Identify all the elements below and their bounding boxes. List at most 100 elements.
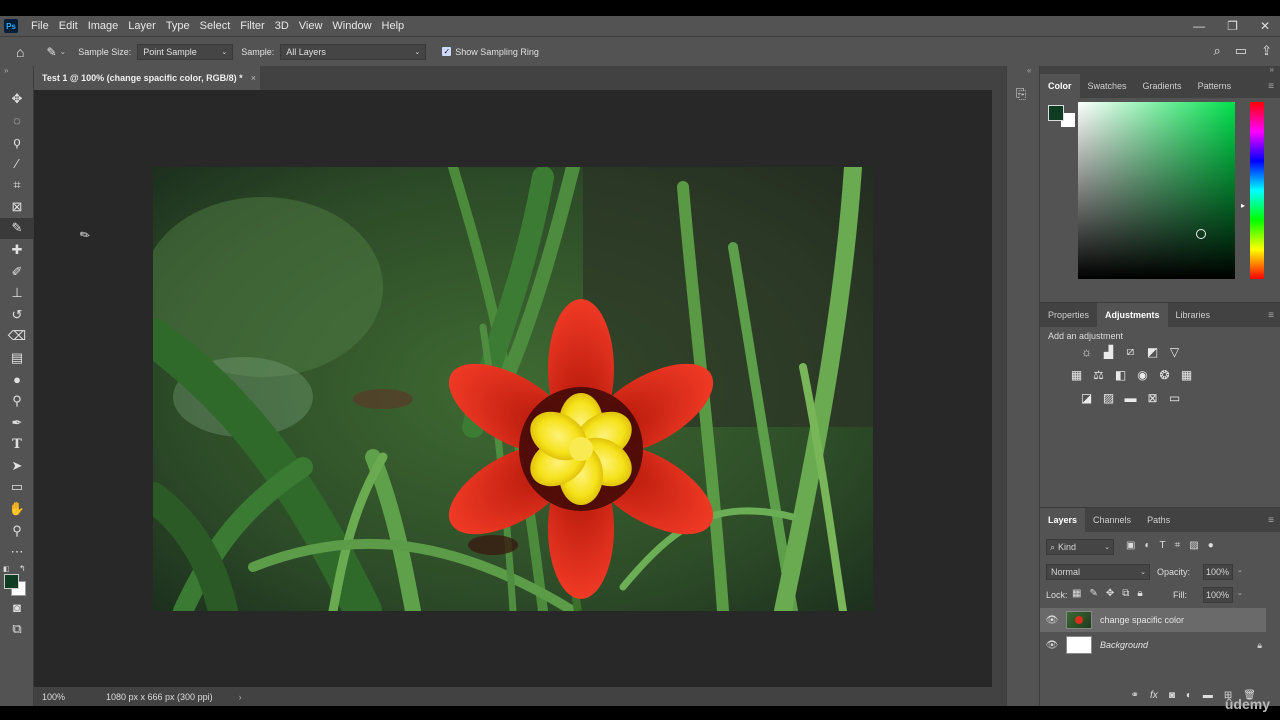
layer-row-background[interactable]: 👁︎ Background 🔒︎ [1040, 633, 1266, 657]
move-tool-icon[interactable]: ✥ [0, 88, 34, 110]
filter-type-icon[interactable]: T [1160, 540, 1166, 551]
close-document-icon[interactable]: × [251, 73, 256, 83]
rectangle-tool-icon[interactable]: ▭ [0, 477, 34, 499]
link-layers-icon[interactable]: ⚭ [1131, 690, 1139, 701]
levels-icon[interactable]: ▟ [1100, 343, 1117, 360]
collapse-toolbar-icon[interactable]: » [0, 66, 33, 88]
default-colors-icon[interactable]: ◧ [3, 565, 10, 573]
tab-properties[interactable]: Properties [1040, 303, 1097, 327]
layer-name[interactable]: change spacific color [1100, 615, 1184, 625]
vertical-scrollbar[interactable] [992, 90, 1006, 687]
clone-stamp-tool-icon[interactable]: ⊥ [0, 282, 34, 304]
home-icon[interactable]: ⌂ [16, 44, 24, 60]
tab-adjustments[interactable]: Adjustments [1097, 303, 1168, 327]
posterize-icon[interactable]: ▨ [1100, 389, 1117, 406]
fill-input[interactable]: 100% [1203, 587, 1233, 603]
menu-edit[interactable]: Edit [54, 16, 83, 36]
frame-tool-icon[interactable]: ⊠ [0, 196, 34, 218]
channel-mixer-icon[interactable]: ❂ [1156, 366, 1173, 383]
curves-icon[interactable]: ⧄ [1122, 343, 1139, 360]
selective-color-icon[interactable]: ⊠ [1144, 389, 1161, 406]
swap-colors-icon[interactable]: ↰ [19, 564, 26, 573]
show-sampling-ring-checkbox[interactable]: ✓ [442, 47, 452, 56]
eraser-tool-icon[interactable]: ⌫ [0, 326, 34, 348]
visibility-eye-icon[interactable]: 👁︎ [1040, 615, 1064, 626]
menu-type[interactable]: Type [161, 16, 195, 36]
lock-image-pixels-icon[interactable]: ✎ [1089, 588, 1097, 599]
blur-tool-icon[interactable]: ● [0, 369, 34, 391]
opacity-slider-toggle-icon[interactable]: ⌄ [1237, 566, 1243, 574]
filter-toggle-icon[interactable]: ● [1208, 540, 1214, 551]
dodge-tool-icon[interactable]: ⚲ [0, 390, 34, 412]
eyedropper-preset-icon[interactable]: ✎ [46, 45, 56, 59]
new-adjustment-layer-icon[interactable]: ◐ [1186, 690, 1192, 701]
collapse-panels-icon[interactable]: « [1007, 66, 1039, 80]
tab-layers[interactable]: Layers [1040, 508, 1086, 532]
minimize-button[interactable]: — [1193, 16, 1205, 36]
foreground-color-swatch[interactable] [4, 574, 19, 590]
tab-swatches[interactable]: Swatches [1080, 74, 1135, 98]
add-mask-icon[interactable]: ◙ [1169, 690, 1175, 701]
vibrance-icon[interactable]: ▽ [1166, 343, 1183, 360]
panel-menu-icon[interactable]: ≡ [1268, 515, 1274, 526]
layer-style-icon[interactable]: fx [1150, 690, 1158, 701]
hue-saturation-icon[interactable]: ▦ [1068, 366, 1085, 383]
layer-row-change-spacific-color[interactable]: 👁︎ change spacific color [1040, 608, 1266, 632]
quick-mask-icon[interactable]: ◙ [0, 597, 34, 619]
zoom-tool-icon[interactable]: ⚲ [0, 520, 34, 542]
menu-view[interactable]: View [294, 16, 328, 36]
filter-smart-object-icon[interactable]: ▨ [1189, 540, 1198, 551]
menu-layer[interactable]: Layer [123, 16, 161, 36]
visibility-eye-icon[interactable]: 👁︎ [1040, 640, 1064, 651]
lock-all-icon[interactable]: 🔒︎ [1137, 588, 1142, 599]
menu-image[interactable]: Image [83, 16, 124, 36]
lock-transparent-pixels-icon[interactable]: ▦ [1072, 588, 1081, 599]
history-panel-icon[interactable]: ⎘ [1016, 86, 1039, 102]
history-brush-tool-icon[interactable]: ↺ [0, 304, 34, 326]
fill-slider-toggle-icon[interactable]: ⌄ [1237, 589, 1243, 597]
hand-tool-icon[interactable]: ✋ [0, 498, 34, 520]
sample-size-select[interactable]: Point Sample ⌄ [137, 43, 234, 60]
menu-filter[interactable]: Filter [235, 16, 269, 36]
magic-wand-tool-icon[interactable]: ⁄ [0, 153, 34, 175]
document-image[interactable] [153, 167, 873, 611]
filter-shape-icon[interactable]: ⌗ [1175, 540, 1181, 551]
path-selection-tool-icon[interactable]: ➤ [0, 455, 34, 477]
tab-patterns[interactable]: Patterns [1190, 74, 1240, 98]
hue-slider[interactable] [1250, 102, 1264, 279]
photo-filter-icon[interactable]: ◉ [1134, 366, 1151, 383]
tab-gradients[interactable]: Gradients [1135, 74, 1190, 98]
lock-position-icon[interactable]: ✥ [1106, 588, 1114, 599]
crop-tool-icon[interactable]: ⌗ [0, 174, 34, 196]
chevron-down-icon[interactable]: ⌄ [60, 47, 67, 56]
eyedropper-tool-icon[interactable]: ✎ [0, 217, 34, 240]
zoom-level[interactable]: 100% [42, 692, 98, 702]
workspace-icon[interactable]: ▭ [1235, 43, 1247, 59]
tab-color[interactable]: Color [1040, 74, 1080, 98]
color-lookup-icon[interactable]: ▦ [1178, 366, 1195, 383]
color-picker-ring[interactable] [1196, 229, 1206, 239]
blend-mode-select[interactable]: Normal ⌄ [1046, 564, 1150, 580]
layer-name[interactable]: Background [1100, 640, 1148, 650]
panel-menu-icon[interactable]: ≡ [1268, 81, 1274, 92]
sample-select[interactable]: All Layers ⌄ [280, 43, 427, 60]
more-tools-icon[interactable]: ⋯ [0, 541, 34, 563]
invert-icon[interactable]: ◪ [1078, 389, 1095, 406]
collapse-dock-icon[interactable]: » [1040, 66, 1280, 74]
exposure-icon[interactable]: ◩ [1144, 343, 1161, 360]
hue-slider-handle-icon[interactable]: ▸ [1241, 201, 1245, 210]
pen-tool-icon[interactable]: ✒ [0, 412, 34, 434]
restore-button[interactable]: ❐ [1227, 16, 1238, 36]
panel-menu-icon[interactable]: ≡ [1268, 310, 1274, 321]
share-icon[interactable]: ⇪ [1261, 43, 1272, 59]
color-balance-icon[interactable]: ⚖ [1090, 366, 1107, 383]
search-icon[interactable]: ⌕ [1214, 43, 1221, 59]
threshold-icon[interactable]: ▬ [1122, 389, 1139, 406]
tab-channels[interactable]: Channels [1085, 508, 1139, 532]
document-tab[interactable]: Test 1 @ 100% (change spacific color, RG… [34, 66, 260, 90]
filter-pixel-icon[interactable]: ▣ [1126, 540, 1135, 551]
filter-adjustment-icon[interactable]: ◐ [1144, 540, 1150, 551]
color-field[interactable] [1078, 102, 1235, 279]
tab-paths[interactable]: Paths [1139, 508, 1178, 532]
brightness-contrast-icon[interactable]: ☼ [1078, 343, 1095, 360]
